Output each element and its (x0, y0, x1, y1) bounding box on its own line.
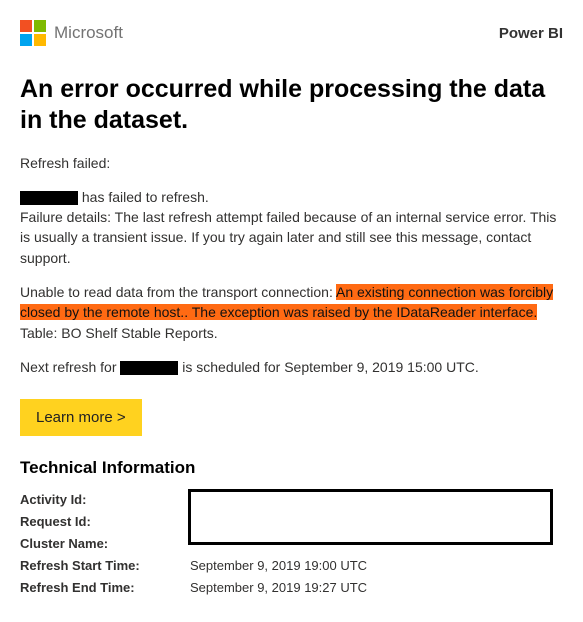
cluster-name-label: Cluster Name: (20, 536, 190, 551)
product-name: Power BI (499, 25, 563, 42)
activity-id-label: Activity Id: (20, 492, 190, 507)
next-refresh-prefix: Next refresh for (20, 359, 120, 375)
unable-prefix: Unable to read data from the transport c… (20, 284, 336, 300)
redacted-tech-values (188, 489, 553, 545)
table-row: Refresh End Time: September 9, 2019 19:2… (20, 580, 563, 598)
failed-suffix: has failed to refresh. (82, 189, 209, 205)
failure-block: has failed to refresh. Failure details: … (20, 187, 563, 268)
redacted-dataset-name (20, 191, 78, 205)
refresh-failed-label: Refresh failed: (20, 153, 563, 173)
next-refresh-line: Next refresh for is scheduled for Septem… (20, 357, 563, 377)
page-title: An error occurred while processing the d… (20, 74, 563, 137)
refresh-end-label: Refresh End Time: (20, 580, 190, 595)
refresh-start-value: September 9, 2019 19:00 UTC (190, 558, 563, 573)
technical-info-table: Activity Id: Request Id: Cluster Name: R… (20, 492, 563, 598)
brand-name: Microsoft (54, 23, 123, 43)
learn-more-button[interactable]: Learn more > (20, 399, 142, 436)
redacted-dataset-name-2 (120, 361, 178, 375)
request-id-label: Request Id: (20, 514, 190, 529)
refresh-end-value: September 9, 2019 19:27 UTC (190, 580, 563, 595)
next-refresh-suffix: is scheduled for September 9, 2019 15:00… (178, 359, 478, 375)
technical-info-heading: Technical Information (20, 458, 563, 478)
refresh-start-label: Refresh Start Time: (20, 558, 190, 573)
table-row: Refresh Start Time: September 9, 2019 19… (20, 558, 563, 576)
unable-suffix: Table: BO Shelf Stable Reports. (20, 325, 218, 341)
header: Microsoft Power BI (20, 20, 563, 46)
error-message: Unable to read data from the transport c… (20, 282, 563, 343)
failure-details: Failure details: The last refresh attemp… (20, 209, 556, 266)
microsoft-logo: Microsoft (20, 20, 123, 46)
microsoft-logo-icon (20, 20, 46, 46)
